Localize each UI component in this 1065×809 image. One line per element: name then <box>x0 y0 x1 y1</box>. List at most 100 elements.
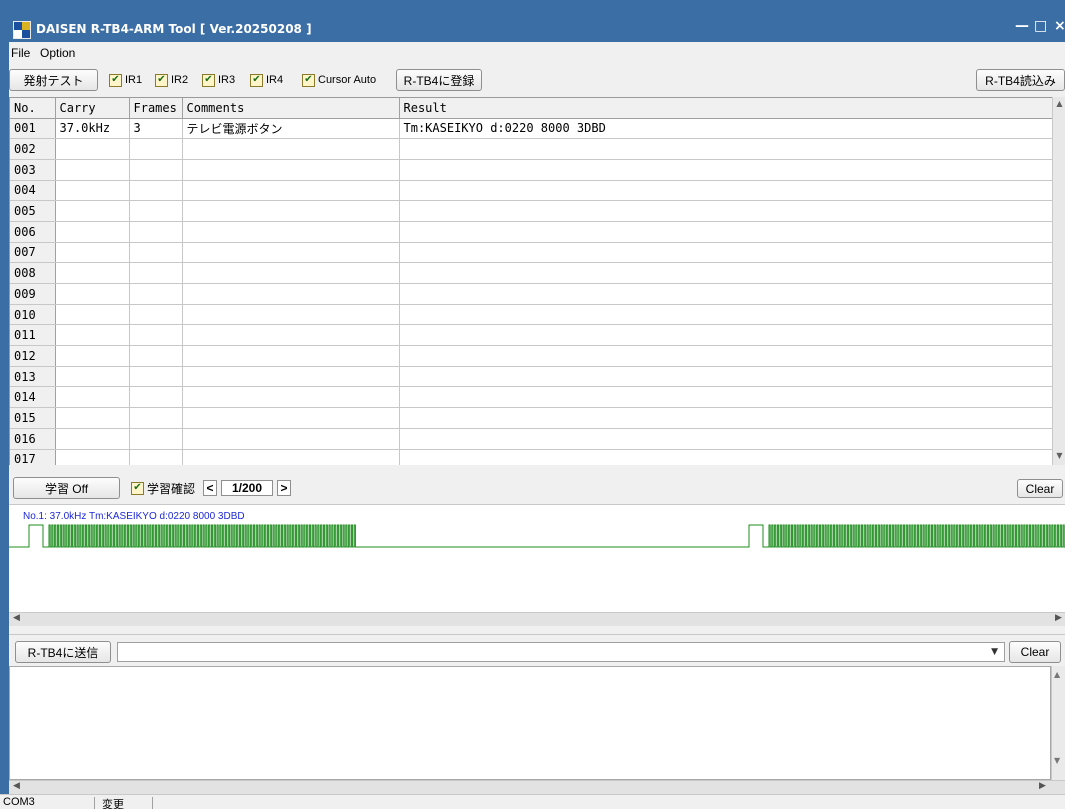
table-row[interactable]: 003 <box>10 159 1052 181</box>
row-no[interactable]: 004 <box>10 180 56 202</box>
row-result[interactable] <box>399 138 1052 160</box>
row-frames[interactable] <box>129 345 183 367</box>
ir1-checkbox[interactable]: ✔ IR1 <box>109 72 142 88</box>
read-button[interactable]: R-TB4読込み <box>976 69 1065 91</box>
row-no[interactable]: 008 <box>10 262 56 284</box>
table-row[interactable]: 005 <box>10 200 1052 222</box>
checkmark-icon[interactable]: ✔ <box>131 481 144 495</box>
scroll-right-icon[interactable]: ▶ <box>1055 613 1062 623</box>
row-comment[interactable]: テレビ電源ボタン <box>182 118 400 140</box>
row-comment[interactable] <box>182 138 400 160</box>
row-comment[interactable] <box>182 366 400 388</box>
row-no[interactable]: 007 <box>10 242 56 264</box>
row-result[interactable]: Tm:KASEIKYO d:0220 8000 3DBD <box>399 118 1052 140</box>
cursor-auto-checkbox[interactable]: ✔ Cursor Auto <box>302 72 376 88</box>
prev-page-button[interactable]: < <box>203 480 218 496</box>
table-row[interactable]: 007 <box>10 242 1052 264</box>
row-carry[interactable] <box>55 386 130 409</box>
row-result[interactable] <box>399 366 1052 388</box>
row-frames[interactable] <box>129 366 183 388</box>
row-comment[interactable] <box>182 221 400 243</box>
col-header-frames[interactable]: Frames <box>129 98 183 119</box>
row-no[interactable]: 016 <box>10 428 56 450</box>
row-frames[interactable] <box>129 283 183 305</box>
row-carry[interactable] <box>55 242 130 264</box>
learn-clear-button[interactable]: Clear <box>1017 479 1063 498</box>
row-result[interactable] <box>399 159 1052 181</box>
emit-test-button[interactable]: 発射テスト <box>9 69 98 91</box>
row-result[interactable] <box>399 324 1052 347</box>
row-carry[interactable] <box>55 138 130 160</box>
row-no[interactable]: 005 <box>10 200 56 222</box>
row-frames[interactable] <box>129 242 183 264</box>
row-comment[interactable] <box>182 407 400 429</box>
row-carry[interactable] <box>55 449 130 465</box>
row-carry[interactable] <box>55 221 130 243</box>
row-carry[interactable] <box>55 283 130 305</box>
scroll-down-icon[interactable]: ▼ <box>1054 451 1065 463</box>
row-comment[interactable] <box>182 283 400 305</box>
row-frames[interactable] <box>129 304 183 326</box>
row-comment[interactable] <box>182 180 400 202</box>
row-frames[interactable] <box>129 221 183 243</box>
send-button[interactable]: R-TB4に送信 <box>15 641 111 663</box>
col-header-no[interactable]: No. <box>10 98 56 119</box>
waveform-scrollbar[interactable]: ◀ ▶ <box>9 612 1065 626</box>
row-frames[interactable] <box>129 180 183 202</box>
table-row[interactable]: 001 37.0kHz 3 テレビ電源ボタン Tm:KASEIKYO d:0220 80… <box>10 118 1052 140</box>
scroll-up-icon[interactable]: ▲ <box>1054 99 1065 111</box>
row-frames[interactable] <box>129 200 183 222</box>
row-comment[interactable] <box>182 324 400 347</box>
row-result[interactable] <box>399 345 1052 367</box>
row-no[interactable]: 006 <box>10 221 56 243</box>
row-carry[interactable] <box>55 345 130 367</box>
row-no[interactable]: 011 <box>10 324 56 347</box>
col-header-result[interactable]: Result <box>399 98 1052 119</box>
learn-toggle-button[interactable]: 学習 Off <box>13 477 120 499</box>
row-comment[interactable] <box>182 242 400 264</box>
table-row[interactable]: 009 <box>10 283 1052 305</box>
ir3-checkbox[interactable]: ✔ IR3 <box>202 72 235 88</box>
row-comment[interactable] <box>182 386 400 409</box>
row-frames[interactable] <box>129 262 183 284</box>
menu-option[interactable]: Option <box>40 46 75 60</box>
log-scrollbar[interactable]: ▲ ▼ <box>1051 666 1065 780</box>
row-no[interactable]: 017 <box>10 449 56 465</box>
row-carry[interactable] <box>55 262 130 284</box>
table-row[interactable]: 004 <box>10 180 1052 202</box>
maximize-button[interactable]: □ <box>1034 18 1047 34</box>
table-row[interactable]: 015 <box>10 407 1052 429</box>
row-result[interactable] <box>399 449 1052 465</box>
row-carry[interactable] <box>55 366 130 388</box>
row-no[interactable]: 009 <box>10 283 56 305</box>
row-frames[interactable] <box>129 159 183 181</box>
row-comment[interactable] <box>182 200 400 222</box>
row-no[interactable]: 015 <box>10 407 56 429</box>
scroll-down-icon[interactable]: ▼ <box>1054 756 1060 765</box>
row-result[interactable] <box>399 221 1052 243</box>
title-bar[interactable]: DAISEN R-TB4-ARM Tool [ Ver.20250208 ] —… <box>0 0 1065 42</box>
row-result[interactable] <box>399 262 1052 284</box>
table-row[interactable]: 008 <box>10 262 1052 284</box>
register-button[interactable]: R-TB4に登録 <box>396 69 482 91</box>
col-header-comments[interactable]: Comments <box>182 98 400 119</box>
table-row[interactable]: 011 <box>10 324 1052 347</box>
table-row[interactable]: 013 <box>10 366 1052 388</box>
row-carry[interactable]: 37.0kHz <box>55 118 130 140</box>
scroll-up-icon[interactable]: ▲ <box>1054 670 1060 679</box>
chevron-down-icon[interactable]: ▼ <box>991 647 998 657</box>
row-result[interactable] <box>399 242 1052 264</box>
log-hscrollbar[interactable]: ◀ ▶ <box>9 780 1065 794</box>
table-scrollbar[interactable]: ▲ ▼ <box>1052 97 1065 465</box>
log-textarea[interactable] <box>9 666 1051 780</box>
row-comment[interactable] <box>182 345 400 367</box>
row-result[interactable] <box>399 200 1052 222</box>
row-frames[interactable] <box>129 138 183 160</box>
row-no[interactable]: 010 <box>10 304 56 326</box>
row-result[interactable] <box>399 407 1052 429</box>
row-frames[interactable] <box>129 386 183 409</box>
menu-file[interactable]: File <box>11 46 30 60</box>
row-carry[interactable] <box>55 200 130 222</box>
row-comment[interactable] <box>182 304 400 326</box>
table-row[interactable]: 012 <box>10 345 1052 367</box>
